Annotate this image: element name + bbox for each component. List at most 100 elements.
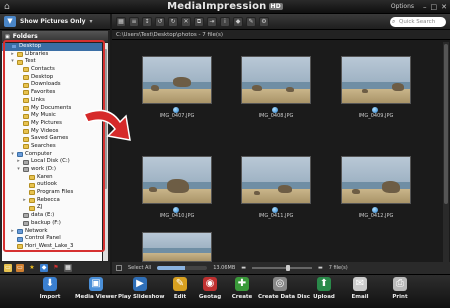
chevron-down-icon[interactable]: ▾ (90, 18, 93, 25)
folders-header[interactable]: ▣ Folders (2, 31, 108, 42)
tree-scroll-thumb[interactable] (104, 49, 107, 189)
tree-item[interactable]: My Videos (2, 128, 102, 136)
tree-item[interactable]: Favorites (2, 89, 102, 97)
close-icon[interactable]: ✕ (441, 3, 447, 11)
maximize-icon[interactable]: □ (431, 3, 438, 11)
move-icon[interactable]: ⇥ (207, 16, 217, 27)
tree-item[interactable]: My Music (2, 112, 102, 120)
collapse-icon[interactable]: ▣ (5, 34, 10, 40)
settings-icon[interactable]: ⚙ (259, 16, 269, 27)
thumbnail-item[interactable]: IMG_0410.JPG (142, 156, 212, 219)
play-slideshow-button[interactable]: ▶ Play Slideshow (118, 277, 164, 307)
media-viewer-button[interactable]: ▣ Media Viewer (74, 277, 118, 307)
search-input[interactable]: ⌕ Quick Search (390, 17, 446, 27)
grid-view-icon[interactable]: ▦ (116, 16, 126, 27)
collapse-icon[interactable]: ▾ (10, 58, 15, 66)
tree-item[interactable]: Control Panel (2, 235, 102, 243)
print-icon: ⎙ (393, 277, 407, 291)
tree-item[interactable]: Desktop (2, 43, 102, 51)
tree-item[interactable]: My Documents (2, 105, 102, 113)
delete-icon[interactable]: ✕ (181, 16, 191, 27)
photo-thumbnail[interactable] (142, 56, 212, 104)
expand-icon[interactable]: ▸ (16, 158, 21, 166)
collapse-icon[interactable]: ▾ (10, 151, 15, 159)
folder-tree[interactable]: Desktop ▸ Libraries ▾ Test Contacts Desktop Dow… (2, 43, 102, 261)
thumbnail-item[interactable]: IMG_0411.JPG (241, 156, 311, 219)
filter-dropdown[interactable]: Show Pictures Only (20, 18, 86, 25)
toolbar-button-label: Import (39, 294, 61, 300)
tree-item[interactable]: Program Files (2, 189, 102, 197)
expand-icon[interactable]: ▸ (10, 228, 15, 236)
tree-scrollbar[interactable] (103, 43, 108, 261)
tree-item[interactable]: ▾ work (D:) (2, 166, 102, 174)
tree-item[interactable]: Desktop (2, 74, 102, 82)
tree-item[interactable]: outlook (2, 181, 102, 189)
tree-item[interactable]: backup (F:) (2, 220, 102, 228)
tree-item[interactable]: ▸ Local Disk (C:) (2, 158, 102, 166)
photo-thumbnail[interactable] (241, 156, 311, 204)
tree-item-label: backup (F:) (31, 219, 61, 226)
copy-icon[interactable]: ⧉ (194, 16, 204, 27)
thumbnail-item[interactable]: IMG_0408.JPG (241, 56, 311, 119)
tree-item[interactable]: ZJ (2, 204, 102, 212)
expand-icon[interactable]: ▸ (22, 197, 27, 205)
select-all-label[interactable]: Select All (128, 265, 151, 271)
photo-thumbnail[interactable] (241, 56, 311, 104)
zoom-in-icon[interactable]: ▬ (318, 265, 323, 271)
import-button[interactable]: ⬇ Import (28, 277, 72, 307)
collapse-icon[interactable]: ▾ (16, 166, 21, 174)
calendar-icon[interactable]: ▦ (64, 264, 72, 272)
tree-item[interactable]: data (E:) (2, 212, 102, 220)
tree-item[interactable]: My Pictures (2, 120, 102, 128)
minimize-icon[interactable]: – (423, 3, 427, 11)
tree-item[interactable]: Hori_West_Lake_3 (2, 243, 102, 251)
tree-item[interactable]: ▸ Network (2, 228, 102, 236)
total-size: 13.06MB (213, 265, 236, 271)
tree-item[interactable]: ▾ Computer (2, 151, 102, 159)
select-all-checkbox[interactable] (116, 265, 122, 271)
flag-icon[interactable]: ⚑ (52, 264, 60, 272)
email-button[interactable]: ✉ Email (338, 277, 382, 307)
grid-scrollbar[interactable] (443, 42, 449, 262)
storage-progress (157, 266, 208, 270)
thumbnail-item[interactable]: IMG_0407.JPG (142, 56, 212, 119)
info-icon[interactable]: i (220, 16, 230, 27)
list-view-icon[interactable]: ≡ (129, 16, 139, 27)
photo-thumbnail[interactable] (142, 232, 212, 262)
print-button[interactable]: ⎙ Print (378, 277, 422, 307)
tree-item[interactable]: Saved Games (2, 135, 102, 143)
tree-item[interactable]: ▸ Rebecca (2, 197, 102, 205)
thumbnail-item[interactable]: IMG_0409.JPG (341, 56, 411, 119)
photo-thumbnail[interactable] (341, 56, 411, 104)
options-menu[interactable]: Options (391, 3, 414, 10)
tag-toolbar-icon[interactable]: ◆ (233, 16, 243, 27)
tree-item[interactable]: Contacts (2, 66, 102, 74)
zoom-slider[interactable] (252, 265, 313, 271)
expand-icon[interactable]: ▸ (10, 51, 15, 59)
tree-item-label: Program Files (37, 189, 74, 196)
album-icon[interactable]: ▭ (16, 264, 24, 272)
tag-icon[interactable]: ◆ (40, 264, 48, 272)
thumbnail-item[interactable]: IMG_0412.JPG (341, 156, 411, 219)
tree-item-label: Test (25, 58, 36, 65)
tree-item[interactable]: Searches (2, 143, 102, 151)
zoom-slider-knob[interactable] (285, 265, 290, 271)
star-icon[interactable]: ★ (28, 264, 36, 272)
rotate-right-icon[interactable]: ↻ (168, 16, 178, 27)
filter-icon[interactable]: ▼ (4, 16, 16, 27)
photo-thumbnail[interactable] (341, 156, 411, 204)
rotate-left-icon[interactable]: ↺ (155, 16, 165, 27)
tree-item[interactable]: ▸ Libraries (2, 51, 102, 59)
tree-item[interactable]: ▾ Test (2, 58, 102, 66)
photo-thumbnail[interactable] (142, 156, 212, 204)
zoom-out-icon[interactable]: ▬ (241, 265, 246, 271)
create-data-disc-button[interactable]: ◎ Create Data Disc (258, 277, 310, 307)
folder-icon[interactable]: ▭ (4, 264, 12, 272)
tree-item[interactable]: Karen (2, 174, 102, 182)
tree-item[interactable]: Downloads (2, 81, 102, 89)
tree-item[interactable]: Links (2, 97, 102, 105)
sort-icon[interactable]: ↕ (142, 16, 152, 27)
thumbnail-filename: IMG_0407.JPG (159, 113, 195, 119)
rename-icon[interactable]: ✎ (246, 16, 256, 27)
grid-scroll-thumb[interactable] (444, 44, 448, 204)
